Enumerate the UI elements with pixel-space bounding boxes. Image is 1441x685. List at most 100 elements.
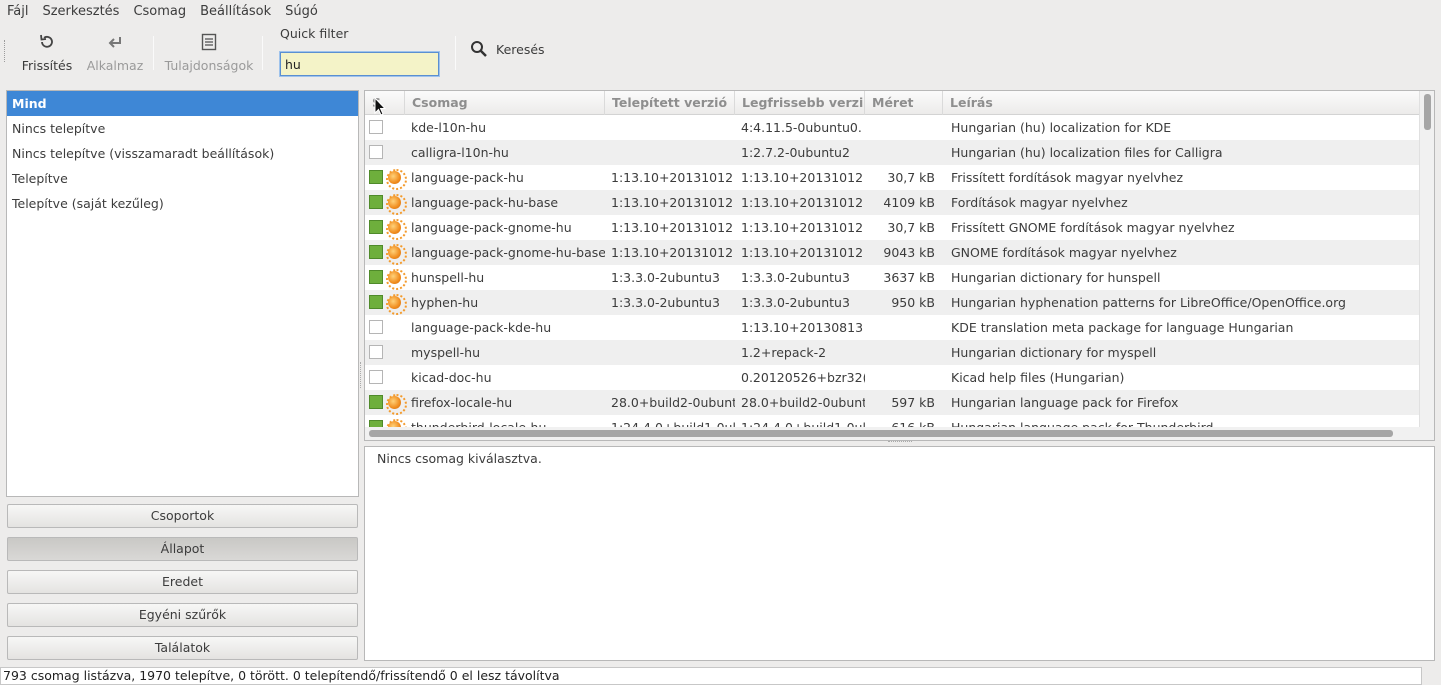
menu-help[interactable]: Súgó	[285, 4, 318, 19]
ubuntu-supported-icon	[386, 194, 407, 215]
toolbar-grip[interactable]	[4, 40, 7, 62]
toolbar-separator	[262, 36, 263, 70]
horizontal-scrollbar[interactable]	[365, 427, 1421, 440]
size-cell	[865, 365, 935, 390]
description-cell: Hungarian dictionary for hunspell	[951, 270, 1161, 285]
table-row[interactable]: hyphen-hu 1:3.3.0-2ubuntu3 1:3.3.0-2ubuntu…	[365, 290, 1421, 315]
quick-filter-input[interactable]	[280, 52, 439, 76]
menu-settings[interactable]: Beállítások	[200, 4, 271, 19]
installed-version-cell: 1:3.3.0-2ubuntu3	[611, 270, 720, 285]
package-status-checkbox[interactable]	[369, 195, 383, 209]
column-latest-version[interactable]: Legfrissebb verzi	[735, 91, 865, 115]
mouse-cursor-icon	[374, 97, 386, 116]
toolbar: Frissítés Alkalmaz Tulajdonságok Quick f…	[0, 22, 1441, 82]
custom-filters-button[interactable]: Egyéni szűrők	[7, 603, 358, 627]
apply-button[interactable]: Alkalmaz	[86, 30, 144, 80]
column-package[interactable]: Csomag	[405, 91, 605, 115]
quick-filter-label: Quick filter	[280, 26, 349, 41]
package-status-checkbox[interactable]	[369, 320, 383, 334]
refresh-icon	[38, 30, 56, 54]
package-status-checkbox[interactable]	[369, 220, 383, 234]
latest-version-cell: 0.20120526+bzr32(	[741, 370, 865, 385]
properties-label: Tulajdonságok	[164, 58, 254, 73]
column-installed-version[interactable]: Telepített verzió	[605, 91, 735, 115]
package-status-checkbox[interactable]	[369, 295, 383, 309]
description-cell: Kicad help files (Hungarian)	[951, 370, 1125, 385]
latest-version-cell: 4:4.11.5-0ubuntu0.	[741, 120, 862, 135]
column-size[interactable]: Méret	[865, 91, 943, 115]
table-row[interactable]: myspell-hu 1.2+repack-2 Hungarian dictiona…	[365, 340, 1421, 365]
properties-button[interactable]: Tulajdonságok	[164, 30, 254, 80]
description-cell: Hungarian language pack for Firefox	[951, 395, 1179, 410]
table-row[interactable]: language-pack-gnome-hu-base 1:13.10+20131…	[365, 240, 1421, 265]
latest-version-cell: 1:13.10+20131012	[741, 195, 864, 210]
table-row[interactable]: firefox-locale-hu 28.0+build2-0ubunt 28.0+…	[365, 390, 1421, 415]
installed-version-cell	[611, 365, 735, 390]
apply-label: Alkalmaz	[86, 58, 144, 73]
search-button[interactable]: Keresés	[470, 40, 545, 58]
latest-version-cell: 1:2.7.2-0ubuntu2	[741, 145, 850, 160]
ubuntu-supported-icon	[386, 394, 407, 415]
size-cell	[865, 115, 935, 140]
latest-version-cell: 1:3.3.0-2ubuntu3	[741, 270, 850, 285]
sections-button[interactable]: Csoportok	[7, 504, 358, 528]
ubuntu-supported-icon	[386, 294, 407, 315]
package-name-cell: kicad-doc-hu	[411, 370, 492, 385]
size-cell	[865, 340, 935, 365]
filter-item-residual-config[interactable]: Nincs telepítve (visszamaradt beállításo…	[7, 141, 358, 166]
package-name-cell: language-pack-gnome-hu	[411, 220, 572, 235]
package-status-checkbox[interactable]	[369, 245, 383, 259]
package-info-panel: Nincs csomag kiválasztva.	[364, 446, 1435, 661]
menu-file[interactable]: Fájl	[7, 4, 28, 19]
table-row[interactable]: language-pack-hu-base 1:13.10+20131012 1:1…	[365, 190, 1421, 215]
size-cell: 3637 kB	[883, 270, 935, 285]
package-status-checkbox[interactable]	[369, 145, 383, 159]
description-cell: Hungarian (hu) localization files for Ca…	[951, 145, 1223, 160]
status-button[interactable]: Állapot	[7, 537, 358, 561]
filter-item-not-installed[interactable]: Nincs telepítve	[7, 116, 358, 141]
latest-version-cell: 28.0+build2-0ubunt	[741, 395, 865, 410]
package-name-cell: language-pack-hu	[411, 170, 524, 185]
package-name-cell: hunspell-hu	[411, 270, 485, 285]
pane-resize-handle[interactable]	[360, 362, 363, 388]
description-cell: Fordítások magyar nyelvhez	[951, 195, 1128, 210]
table-row[interactable]: language-pack-gnome-hu 1:13.10+20131012 1:…	[365, 215, 1421, 240]
table-row[interactable]: kicad-doc-hu 0.20120526+bzr32( Kicad help …	[365, 365, 1421, 390]
package-status-checkbox[interactable]	[369, 170, 383, 184]
menu-edit[interactable]: Szerkesztés	[42, 4, 119, 19]
table-header: S Csomag Telepített verzió Legfrissebb v…	[365, 91, 1421, 115]
toolbar-separator	[153, 36, 154, 70]
size-cell	[865, 140, 935, 165]
filter-item-all[interactable]: Mind	[7, 91, 358, 116]
table-row[interactable]: hunspell-hu 1:3.3.0-2ubuntu3 1:3.3.0-2ubun…	[365, 265, 1421, 290]
package-status-checkbox[interactable]	[369, 270, 383, 284]
column-description[interactable]: Leírás	[943, 91, 1421, 115]
filter-item-installed[interactable]: Telepítve	[7, 166, 358, 191]
split-handle[interactable]	[888, 441, 912, 445]
package-status-checkbox[interactable]	[369, 370, 383, 384]
horizontal-scrollbar-thumb[interactable]	[369, 430, 1393, 437]
toolbar-separator	[455, 36, 456, 70]
table-row[interactable]: language-pack-hu 1:13.10+20131012 1:13.10+…	[365, 165, 1421, 190]
refresh-button[interactable]: Frissítés	[22, 30, 72, 80]
package-status-checkbox[interactable]	[369, 120, 383, 134]
package-status-checkbox[interactable]	[369, 395, 383, 409]
menu-package[interactable]: Csomag	[133, 4, 186, 19]
latest-version-cell: 1:13.10+20131012	[741, 170, 864, 185]
installed-version-cell: 1:13.10+20131012	[611, 170, 734, 185]
package-status-checkbox[interactable]	[369, 345, 383, 359]
table-row[interactable]: language-pack-kde-hu 1:13.10+20130813 KDE …	[365, 315, 1421, 340]
origin-button[interactable]: Eredet	[7, 570, 358, 594]
ubuntu-supported-icon	[386, 244, 407, 265]
vertical-scrollbar[interactable]	[1419, 91, 1434, 440]
search-results-button[interactable]: Találatok	[7, 636, 358, 660]
latest-version-cell: 1:3.3.0-2ubuntu3	[741, 295, 850, 310]
description-cell: Frissített GNOME fordítások magyar nyelv…	[951, 220, 1235, 235]
ubuntu-supported-icon	[386, 269, 407, 290]
description-cell: Hungarian (hu) localization for KDE	[951, 120, 1172, 135]
filter-item-installed-manual[interactable]: Telepítve (saját kezűleg)	[7, 191, 358, 216]
installed-version-cell: 1:13.10+20131012	[611, 195, 734, 210]
table-row[interactable]: kde-l10n-hu 4:4.11.5-0ubuntu0. Hungarian (…	[365, 115, 1421, 140]
table-row[interactable]: calligra-l10n-hu 1:2.7.2-0ubuntu2 Hungaria…	[365, 140, 1421, 165]
vertical-scrollbar-thumb[interactable]	[1424, 94, 1431, 130]
